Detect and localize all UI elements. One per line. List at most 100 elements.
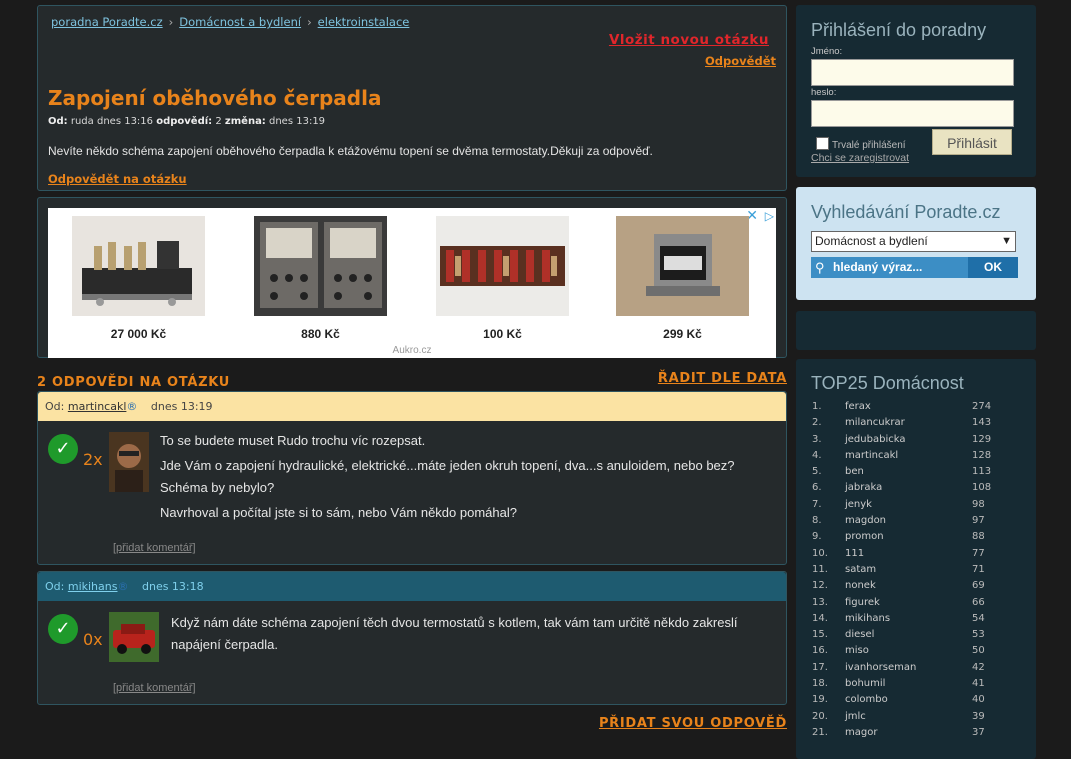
answer-author-link[interactable]: martincakl [68,400,127,413]
question-meta: Od: ruda dnes 13:16 odpovědí: 2 změna: d… [48,116,325,127]
top25-row: 5. ben 113 [812,466,1017,482]
username-input[interactable] [811,59,1014,86]
top25-score: 77 [972,547,985,559]
top25-user-link[interactable]: milancukrar [845,417,905,428]
top25-rank: 11. [812,563,828,575]
top25-row: 13. figurek 66 [812,597,1017,613]
ad-item[interactable]: 27 000 Kč [72,216,205,341]
ad-choices-icon[interactable]: ▷ [765,209,774,223]
login-button[interactable]: Přihlásit [932,129,1012,155]
top25-user-link[interactable]: magdon [845,515,886,526]
new-question-link[interactable]: Vložit novou otázku [609,32,769,48]
category-select[interactable]: Domácnost a bydlení ▼ [811,231,1016,252]
top25-user-link[interactable]: miso [845,645,869,656]
remember-me[interactable]: Trvalé přihlášení [816,137,906,151]
top25-score: 88 [972,531,985,543]
top25-row: 16. miso 50 [812,645,1017,661]
top25-score: 39 [972,710,985,722]
top25-user-link[interactable]: jmlc [845,711,866,722]
answer-paragraph: Když nám dáte schéma zapojení těch dvou … [171,615,738,652]
top25-rank: 14. [812,612,828,624]
question-date: dnes 13:16 [96,116,154,127]
add-answer-link[interactable]: PŘIDAT SVOU ODPOVĚĎ [599,716,787,731]
thumbs-up-icon[interactable]: ✓ [48,434,78,464]
ad-panel: ✕ ▷ 27 000 Kč 880 Kč 100 Kč 299 Kč Aukro… [37,197,787,358]
top25-user-link[interactable]: jenyk [845,499,872,510]
resistors-image [436,216,569,316]
top25-user-link[interactable]: figurek [845,597,880,608]
top25-row: 19. colombo 40 [812,694,1017,710]
password-label: heslo: [811,87,837,98]
top25-user-link[interactable]: ferax [845,401,871,412]
top25-row: 3. jedubabicka 129 [812,434,1017,450]
ad-item[interactable]: 299 Kč [616,216,749,341]
ad-banner[interactable]: ✕ ▷ 27 000 Kč 880 Kč 100 Kč 299 Kč Aukro… [48,208,776,358]
search-input[interactable]: ⚲ hledaný výraz... [811,257,968,278]
sort-by-date-link[interactable]: ŘADIT DLE DATA [658,371,787,386]
top25-user-link[interactable]: colombo [845,694,888,705]
ad-price: 100 Kč [483,327,522,341]
breadcrumb-category[interactable]: Domácnost a bydlení [179,15,301,29]
top25-rank: 13. [812,596,828,608]
add-comment-link[interactable]: [přidat komentář] [113,542,196,554]
search-panel: Vyhledávání Poradte.cz Domácnost a bydle… [796,187,1036,300]
answer-time: dnes 13:19 [150,400,213,413]
top25-rank: 8. [812,515,822,527]
top25-user-link[interactable]: magor [845,727,877,738]
top25-score: 71 [972,563,985,575]
answer-paragraph: Navrhoval a počítal jste si to sám, nebo… [160,505,517,520]
answers-count-heading: 2 ODPOVĚDI NA OTÁZKU [37,375,231,390]
top25-user-link[interactable]: promon [845,531,884,542]
answers-header: 2 ODPOVĚDI NA OTÁZKU ŘADIT DLE DATA [37,371,787,390]
top25-title: TOP25 Domácnost [811,373,964,393]
top25-score: 54 [972,612,985,624]
top25-rank: 21. [812,726,828,738]
ad-price: 27 000 Kč [110,327,167,341]
top25-user-link[interactable]: martincakl [845,450,898,461]
top25-score: 113 [972,466,992,478]
chevron-down-icon: ▼ [1001,235,1012,247]
answer-author-link[interactable]: mikihans [68,580,118,593]
top25-user-link[interactable]: ben [845,466,864,477]
reply-top-link[interactable]: Odpovědět [705,54,776,68]
search-submit-button[interactable]: OK [968,257,1018,278]
top25-score: 98 [972,498,985,510]
top25-user-link[interactable]: jabraka [845,482,882,493]
top25-rank: 4. [812,449,822,461]
register-link[interactable]: Chci se zaregistrovat [811,152,909,164]
avatar[interactable] [109,432,149,492]
top25-rank: 17. [812,661,828,673]
ad-price: 880 Kč [301,327,340,341]
breadcrumb-home[interactable]: poradna Poradte.cz [51,15,163,29]
question-title: Zapojení oběhového čerpadla [48,86,382,110]
breadcrumb-subcategory[interactable]: elektroinstalace [318,15,410,29]
reply-question-link[interactable]: Odpovědět na otázku [48,172,187,186]
top25-user-link[interactable]: jedubabicka [845,434,905,445]
top25-user-link[interactable]: mikihans [845,613,890,624]
top25-user-link[interactable]: ivanhorseman [845,662,916,673]
top25-user-link[interactable]: bohumil [845,678,885,689]
add-comment-link[interactable]: [přidat komentář] [113,682,196,694]
top25-user-link[interactable]: diesel [845,629,874,640]
answer-header: Od: mikihans® dnes 13:18 [38,572,786,601]
top25-row: 14. mikihans 54 [812,613,1017,629]
top25-score: 50 [972,645,985,657]
ad-price: 299 Kč [663,327,702,341]
top25-row: 8. magdon 97 [812,515,1017,531]
from-label: Od: [48,116,68,127]
top25-row: 12. nonek 69 [812,580,1017,596]
top25-rank: 6. [812,482,822,494]
top25-user-link[interactable]: 111 [845,548,864,559]
ad-item[interactable]: 880 Kč [254,216,387,341]
login-title: Přihlášení do poradny [811,20,987,40]
top25-user-link[interactable]: satam [845,564,876,575]
top25-user-link[interactable]: nonek [845,580,876,591]
avatar[interactable] [109,612,159,662]
ad-item[interactable]: 100 Kč [436,216,569,341]
thumbs-up-icon[interactable]: ✓ [48,614,78,644]
password-input[interactable] [811,100,1014,127]
answer-paragraph: To se budete muset Rudo trochu víc rozep… [160,433,426,448]
vote-count: 0x [83,630,103,649]
remember-checkbox[interactable] [816,137,829,150]
top25-score: 40 [972,694,985,706]
